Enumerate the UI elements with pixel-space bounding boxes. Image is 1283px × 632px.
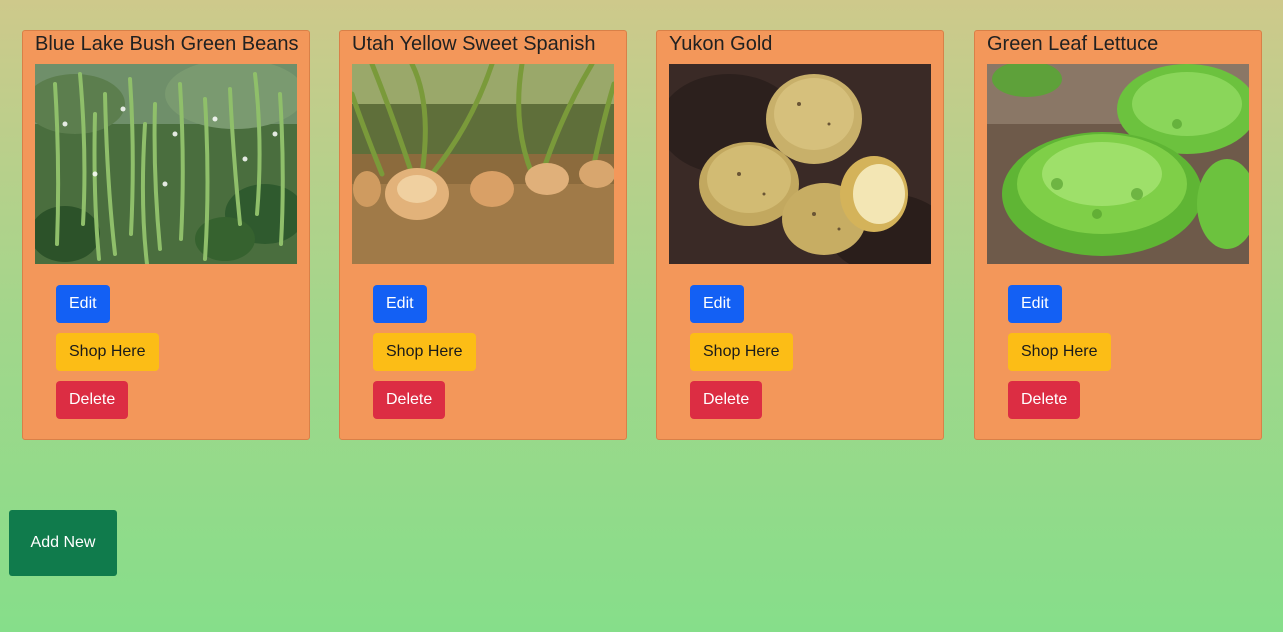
delete-button[interactable]: Delete bbox=[1008, 381, 1081, 419]
lettuce-image bbox=[987, 64, 1249, 264]
card-title: Utah Yellow Sweet Spanish bbox=[352, 33, 596, 55]
add-new-button[interactable]: Add New bbox=[9, 510, 117, 576]
potatoes-image bbox=[669, 64, 931, 264]
delete-button[interactable]: Delete bbox=[373, 381, 446, 419]
shop-here-button[interactable]: Shop Here bbox=[1008, 333, 1111, 371]
plant-card: Yukon Gold Edit Shop Here Delete bbox=[656, 30, 944, 440]
card-title: Yukon Gold bbox=[669, 33, 773, 55]
shop-here-button[interactable]: Shop Here bbox=[56, 333, 159, 371]
card-title: Blue Lake Bush Green Beans bbox=[35, 33, 299, 55]
plant-card: Green Leaf Lettuce Edit Shop Here Delete bbox=[974, 30, 1262, 440]
edit-button[interactable]: Edit bbox=[1008, 285, 1062, 323]
shop-here-button[interactable]: Shop Here bbox=[373, 333, 476, 371]
plant-card: Blue Lake Bush Green Beans Edit Shop Her… bbox=[22, 30, 310, 440]
edit-button[interactable]: Edit bbox=[56, 285, 110, 323]
green-beans-image bbox=[35, 64, 297, 264]
edit-button[interactable]: Edit bbox=[690, 285, 744, 323]
delete-button[interactable]: Delete bbox=[56, 381, 129, 419]
edit-button[interactable]: Edit bbox=[373, 285, 427, 323]
plant-card: Utah Yellow Sweet Spanish Edit Shop Here… bbox=[339, 30, 627, 440]
onions-image bbox=[352, 64, 614, 264]
shop-here-button[interactable]: Shop Here bbox=[690, 333, 793, 371]
card-title: Green Leaf Lettuce bbox=[987, 33, 1159, 55]
delete-button[interactable]: Delete bbox=[690, 381, 763, 419]
